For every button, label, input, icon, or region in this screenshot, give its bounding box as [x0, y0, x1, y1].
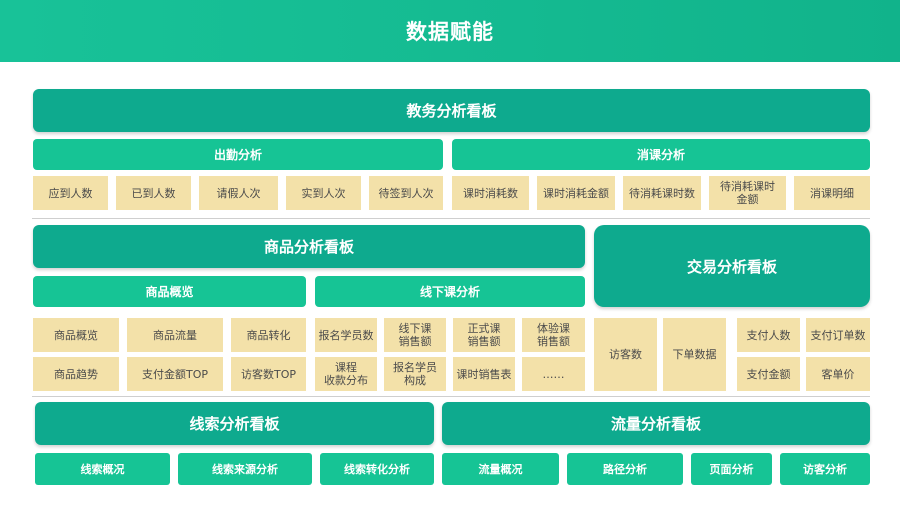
product-overview-item[interactable]: 支付金额TOP	[127, 357, 223, 391]
academic-board-header[interactable]: 教务分析看板	[33, 89, 870, 132]
trade-item[interactable]: 支付订单数	[806, 318, 870, 352]
offline-course-item[interactable]: 课时销售表	[453, 357, 515, 391]
offline-course-item[interactable]: 线下课 销售额	[384, 318, 446, 352]
offline-course-item[interactable]: ……	[522, 357, 585, 391]
trade-item[interactable]: 支付人数	[737, 318, 800, 352]
trade-item[interactable]: 访客数	[594, 318, 657, 391]
traffic-item[interactable]: 页面分析	[691, 453, 772, 485]
trade-item[interactable]: 客单价	[806, 357, 870, 391]
leads-board-header[interactable]: 线索分析看板	[35, 402, 434, 445]
attendance-item[interactable]: 请假人次	[199, 176, 278, 210]
product-overview-item[interactable]: 商品流量	[127, 318, 223, 352]
page-title: 数据赋能	[406, 20, 494, 44]
traffic-board-header[interactable]: 流量分析看板	[442, 402, 870, 445]
attendance-item[interactable]: 待签到人次	[369, 176, 443, 210]
product-overview-item[interactable]: 商品转化	[231, 318, 306, 352]
section-divider	[32, 218, 870, 219]
page-banner: 数据赋能	[0, 0, 900, 62]
product-overview-item[interactable]: 商品概览	[33, 318, 119, 352]
offline-course-item[interactable]: 体验课 销售额	[522, 318, 585, 352]
leads-item[interactable]: 线索转化分析	[320, 453, 434, 485]
product-overview-item[interactable]: 商品趋势	[33, 357, 119, 391]
trade-item[interactable]: 下单数据	[663, 318, 726, 391]
product-overview-item[interactable]: 访客数TOP	[231, 357, 306, 391]
consumption-item[interactable]: 课时消耗金额	[537, 176, 615, 210]
traffic-item[interactable]: 访客分析	[780, 453, 870, 485]
consumption-item[interactable]: 待消耗课时数	[623, 176, 701, 210]
attendance-item[interactable]: 已到人数	[116, 176, 191, 210]
consumption-item[interactable]: 消课明细	[794, 176, 870, 210]
attendance-item[interactable]: 实到人次	[286, 176, 361, 210]
leads-item[interactable]: 线索来源分析	[178, 453, 312, 485]
traffic-item[interactable]: 流量概况	[442, 453, 559, 485]
traffic-item[interactable]: 路径分析	[567, 453, 683, 485]
leads-item[interactable]: 线索概况	[35, 453, 170, 485]
product-board-header[interactable]: 商品分析看板	[33, 225, 585, 268]
class-consumption-header[interactable]: 消课分析	[452, 139, 870, 170]
trade-item[interactable]: 支付金额	[737, 357, 800, 391]
trade-board-header[interactable]: 交易分析看板	[594, 225, 870, 307]
consumption-item[interactable]: 课时消耗数	[452, 176, 529, 210]
consumption-item[interactable]: 待消耗课时 金额	[709, 176, 786, 210]
offline-course-item[interactable]: 正式课 销售额	[453, 318, 515, 352]
attendance-analysis-header[interactable]: 出勤分析	[33, 139, 443, 170]
offline-course-item[interactable]: 报名学员 构成	[384, 357, 446, 391]
offline-course-item[interactable]: 报名学员数	[315, 318, 377, 352]
section-divider	[32, 396, 870, 397]
offline-course-item[interactable]: 课程 收款分布	[315, 357, 377, 391]
product-overview-header[interactable]: 商品概览	[33, 276, 306, 307]
attendance-item[interactable]: 应到人数	[33, 176, 108, 210]
offline-course-header[interactable]: 线下课分析	[315, 276, 585, 307]
